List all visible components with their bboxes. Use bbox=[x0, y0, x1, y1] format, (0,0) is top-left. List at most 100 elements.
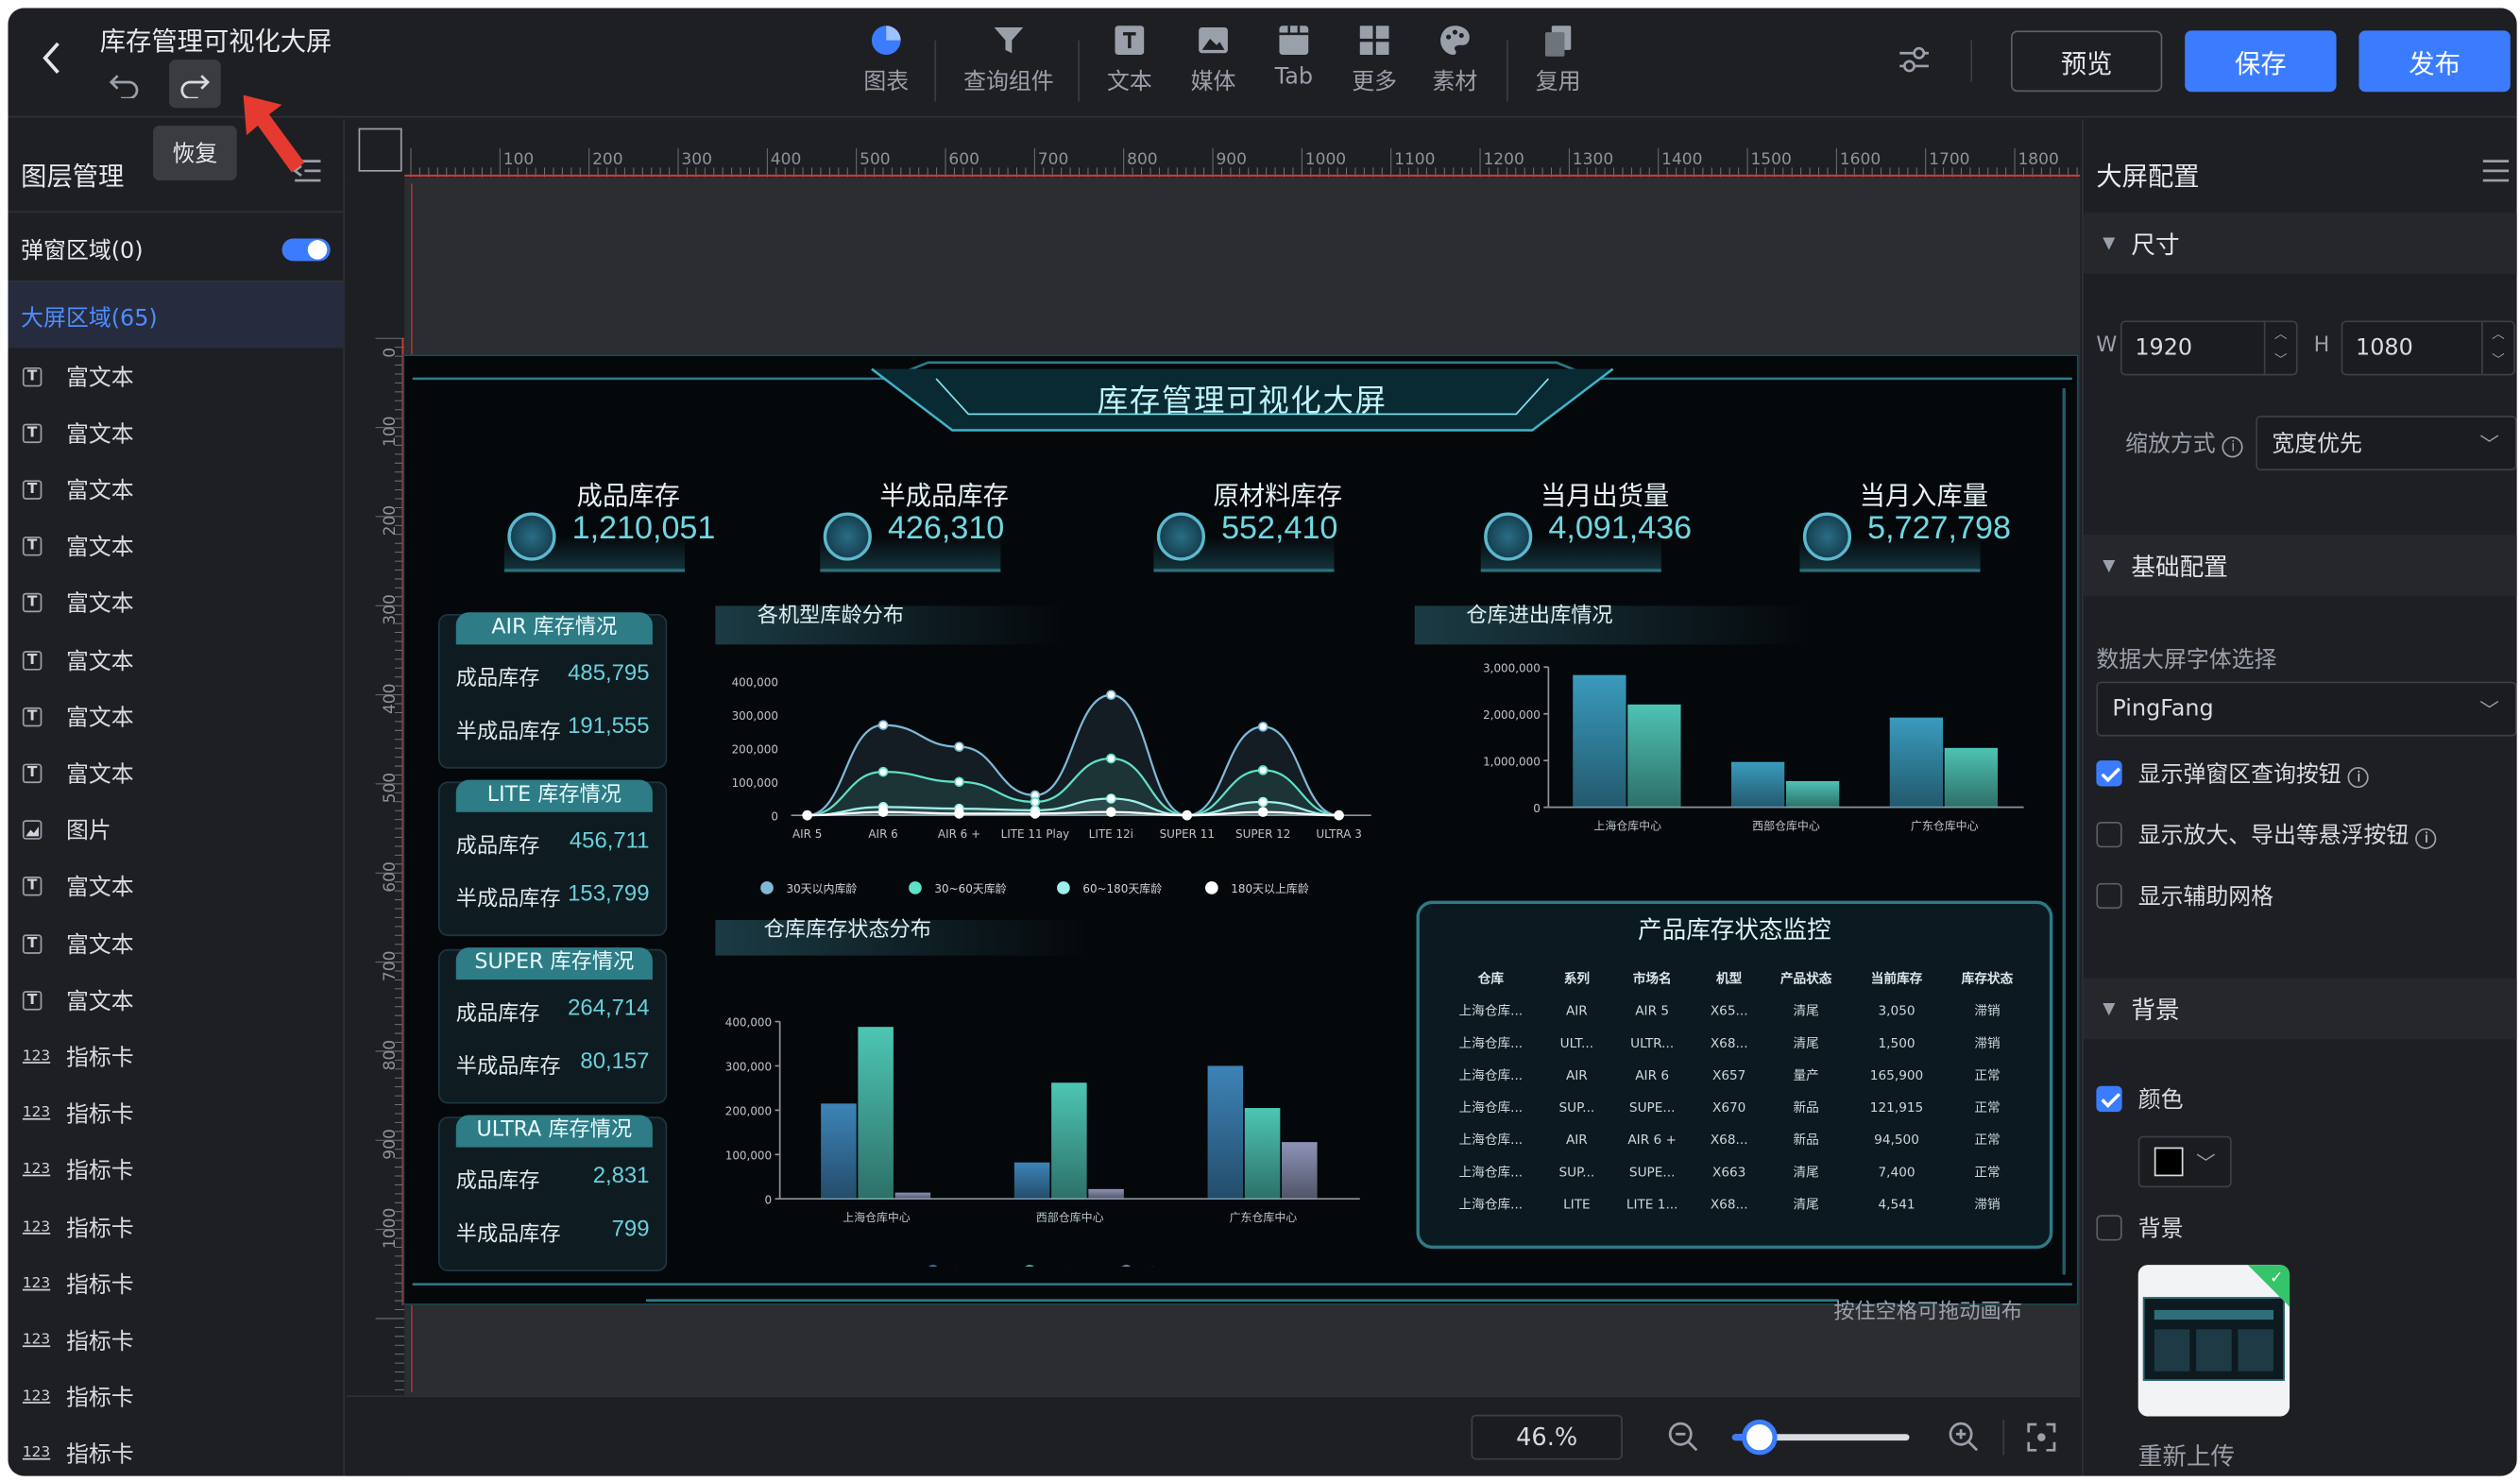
redo-button[interactable] bbox=[169, 60, 221, 109]
kpi-label: 半成品库存 bbox=[879, 480, 1009, 511]
data-point bbox=[1182, 809, 1193, 821]
color-checkbox[interactable] bbox=[2096, 1085, 2122, 1113]
section-size[interactable]: ▼ 尺寸 bbox=[2083, 213, 2517, 275]
tool-chart[interactable]: 图表 bbox=[854, 21, 918, 96]
layer-item[interactable]: T 富文本 bbox=[9, 859, 346, 915]
layer-item[interactable]: T 富文本 bbox=[9, 745, 346, 802]
layer-item[interactable]: 123 指标卡 bbox=[9, 1312, 346, 1369]
x-tick-label: 广东仓库中心 bbox=[1911, 819, 1979, 833]
table-cell: 正常 bbox=[1974, 1132, 2001, 1147]
back-arrow-icon[interactable] bbox=[41, 41, 63, 77]
layer-item[interactable]: T 富文本 bbox=[9, 405, 346, 462]
save-button[interactable]: 保存 bbox=[2185, 30, 2337, 93]
layer-item[interactable]: 123 指标卡 bbox=[9, 1085, 346, 1142]
zoom-in-icon[interactable] bbox=[1948, 1422, 1980, 1454]
tool-tab[interactable]: Tab bbox=[1269, 21, 1320, 91]
legend-label: 清尾 bbox=[1146, 1266, 1168, 1267]
tool-reuse[interactable]: 复用 bbox=[1532, 21, 1584, 96]
layer-item[interactable]: 123 指标卡 bbox=[9, 1425, 346, 1475]
layer-item[interactable]: T 富文本 bbox=[9, 632, 346, 689]
layer-item[interactable]: T 富文本 bbox=[9, 915, 346, 972]
layer-item[interactable]: T 富文本 bbox=[9, 689, 346, 745]
dashboard-canvas[interactable]: 库存管理可视化大屏 成品库存 1,210,051 半成品库存 426,310 原材料库存… bbox=[402, 354, 2079, 1305]
section-background[interactable]: ▼ 背景 bbox=[2083, 978, 2517, 1040]
x-tick-label: 西部仓库中心 bbox=[1752, 819, 1820, 833]
x-tick-label: 上海仓库中心 bbox=[843, 1210, 911, 1224]
font-select[interactable]: PingFang ﹀ bbox=[2096, 681, 2517, 737]
layer-item[interactable]: 123 指标卡 bbox=[9, 1369, 346, 1425]
data-point bbox=[1257, 765, 1269, 775]
tool-text[interactable]: 文本 bbox=[1104, 21, 1156, 96]
layer-item[interactable]: T 富文本 bbox=[9, 462, 346, 519]
height-input[interactable]: 1080 ︿ ﹀ bbox=[2341, 320, 2515, 376]
metric-card-icon: 123 bbox=[22, 1162, 51, 1179]
layer-item[interactable]: T 富文本 bbox=[9, 348, 346, 404]
layer-item[interactable]: 图片 bbox=[9, 802, 346, 859]
bg-thumbnail[interactable]: ✓ bbox=[2137, 1265, 2290, 1417]
y-tick-label: 200,000 bbox=[732, 743, 778, 757]
layer-label: 富文本 bbox=[65, 421, 134, 448]
zoom-slider-handle[interactable] bbox=[1742, 1419, 1778, 1456]
filter-icon bbox=[994, 27, 1024, 54]
preview-button[interactable]: 预览 bbox=[2010, 30, 2163, 93]
color-picker[interactable]: ﹀ bbox=[2137, 1135, 2232, 1188]
x-tick-label: AIR 5 bbox=[792, 827, 822, 841]
settings-sliders-icon[interactable] bbox=[1897, 43, 1933, 76]
ruler-label: 200 bbox=[381, 505, 400, 537]
undo-icon[interactable] bbox=[108, 69, 140, 99]
width-input[interactable]: 1920 ︿ ﹀ bbox=[2120, 320, 2298, 376]
popup-toggle[interactable] bbox=[281, 238, 331, 262]
table-cell: 清尾 bbox=[1793, 1196, 1819, 1211]
grid-icon bbox=[1359, 26, 1389, 56]
opt2-label: 显示放大、导出等悬浮按钮 i bbox=[2138, 819, 2438, 851]
section-basic[interactable]: ▼ 基础配置 bbox=[2083, 535, 2517, 597]
scale-select[interactable]: 宽度优先 ﹀ bbox=[2256, 416, 2517, 471]
layer-item[interactable]: 123 指标卡 bbox=[9, 1255, 346, 1312]
table-cell: 165,900 bbox=[1869, 1067, 1924, 1082]
table-cell: ULTR... bbox=[1630, 1035, 1675, 1050]
series-stock-card: AIR 库存情况 成品库存 485,795 半成品库存 191,555 bbox=[438, 612, 668, 769]
text-layer-icon: T bbox=[22, 593, 43, 613]
table-cell: AIR bbox=[1565, 1002, 1588, 1018]
table-cell: 滞销 bbox=[1974, 1196, 2001, 1211]
tool-query[interactable]: 查询组件 bbox=[959, 21, 1059, 96]
zoom-out-icon[interactable] bbox=[1668, 1422, 1700, 1454]
ruler-label: 700 bbox=[1038, 150, 1069, 169]
opt2-checkbox[interactable] bbox=[2096, 822, 2122, 848]
bar bbox=[1013, 1162, 1050, 1200]
table-cell: X663 bbox=[1711, 1164, 1746, 1179]
bgimg-checkbox[interactable] bbox=[2096, 1215, 2122, 1241]
line-chart-title: 各机型库龄分布 bbox=[757, 604, 905, 629]
fit-screen-icon[interactable] bbox=[2025, 1422, 2057, 1454]
layer-item[interactable]: T 富文本 bbox=[9, 519, 346, 575]
card-row-value: 485,795 bbox=[568, 658, 650, 686]
opt3-checkbox[interactable] bbox=[2096, 882, 2122, 910]
card-row-value: 264,714 bbox=[568, 994, 650, 1020]
zoom-input[interactable]: 46.% bbox=[1471, 1414, 1623, 1460]
layer-item[interactable]: 123 指标卡 bbox=[9, 1142, 346, 1199]
opt1-checkbox[interactable] bbox=[2096, 760, 2122, 787]
copy-icon bbox=[1544, 26, 1572, 57]
table-header: 市场名 bbox=[1632, 970, 1672, 986]
tab-icon bbox=[1279, 26, 1309, 56]
tool-more[interactable]: 更多 bbox=[1349, 21, 1401, 96]
table-cell: SUP... bbox=[1558, 1099, 1595, 1115]
publish-button[interactable]: 发布 bbox=[2358, 30, 2511, 93]
reupload-link[interactable]: 重新上传 bbox=[2138, 1439, 2235, 1473]
card-row-label: 半成品库存 bbox=[455, 1055, 561, 1080]
layer-item[interactable]: T 富文本 bbox=[9, 972, 346, 1029]
layer-item[interactable]: T 富文本 bbox=[9, 575, 346, 632]
kpi-label: 当月入库量 bbox=[1859, 480, 1989, 511]
tool-media[interactable]: 媒体 bbox=[1187, 21, 1239, 96]
screen-area-row[interactable]: 大屏区域(65) bbox=[8, 281, 346, 349]
table-cell: 正常 bbox=[1974, 1067, 2001, 1082]
menu-icon[interactable] bbox=[2479, 158, 2511, 183]
ruler-label: 800 bbox=[381, 1040, 400, 1071]
series-stock-card: ULTRA 库存情况 成品库存 2,831 半成品库存 799 bbox=[438, 1115, 668, 1271]
layer-item[interactable]: 123 指标卡 bbox=[9, 1199, 346, 1255]
status-bar-chart: 400,000 300,000 200,000 100,000 0 上海仓库中心 西部仓库中… bbox=[725, 1016, 1360, 1267]
layer-label: 指标卡 bbox=[65, 1329, 134, 1355]
layer-item[interactable]: 123 指标卡 bbox=[9, 1029, 346, 1085]
popup-area-row[interactable]: 弹窗区域(0) bbox=[8, 211, 346, 282]
tool-assets[interactable]: 素材 bbox=[1429, 21, 1481, 96]
